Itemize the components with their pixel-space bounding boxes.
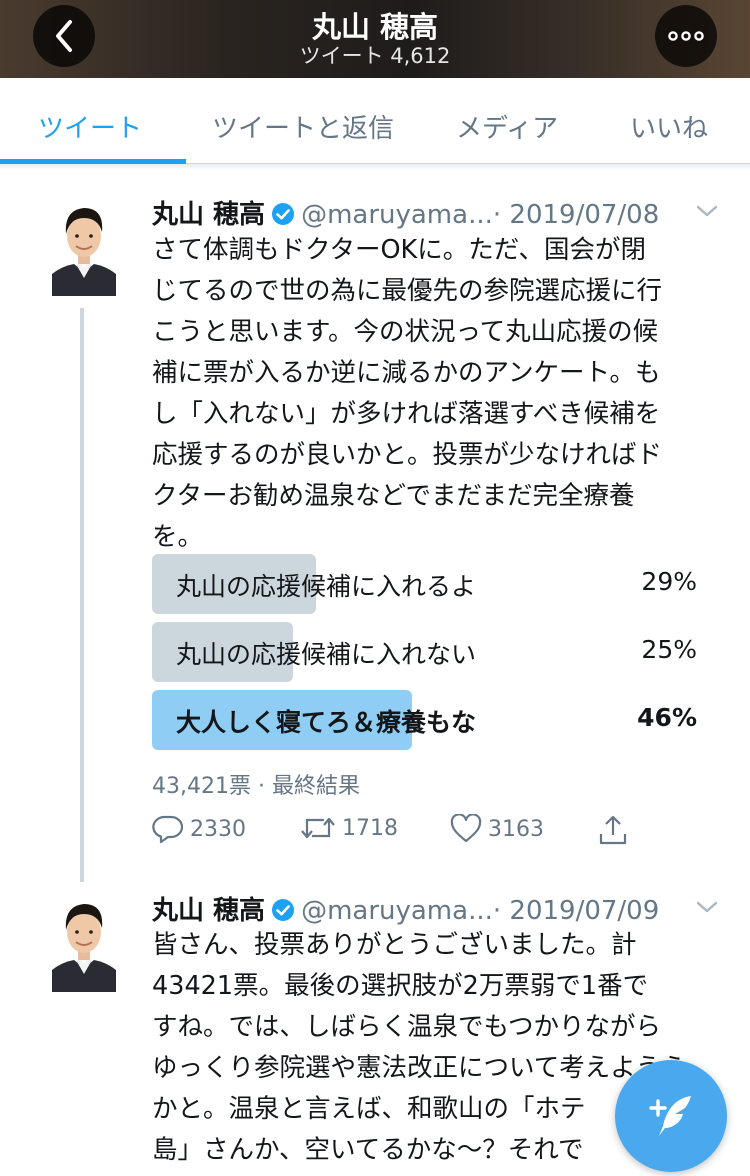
retweet-button[interactable]: 1718: [300, 814, 398, 842]
tweet-text-line: 43421票。最後の選択肢が2万票弱で1番で: [152, 971, 649, 1001]
poll-option: 丸山の応援候補に入れるよ 29%: [152, 554, 697, 614]
retweet-count: 1718: [342, 815, 398, 841]
tweet-text-line: すね。では、しばらく温泉でもつかりながら: [152, 1012, 661, 1042]
poll-option-label: 大人しく寝てろ＆療養もな: [176, 708, 477, 737]
like-count: 3163: [488, 816, 544, 842]
tweet-date[interactable]: · 2019/07/09: [493, 896, 659, 926]
like-button[interactable]: 3163: [450, 814, 544, 844]
reply-icon: [152, 815, 184, 844]
tab-tweets-and-replies[interactable]: ツイートと返信: [212, 108, 394, 145]
poll-option-percent: 29%: [641, 567, 697, 596]
chevron-down-icon[interactable]: [694, 898, 720, 916]
tweet-text: さて体調もドクターOKに。ただ、国会が閉 じてるので世の為に最優先の参院選応援に…: [152, 230, 732, 558]
tweet-text-line: じてるので世の為に最優先の参院選応援に行: [152, 276, 663, 306]
tweet-header: 丸山 穂高 @maruyama...· 2019/07/09: [152, 890, 722, 930]
poll-option-label: 丸山の応援候補に入れない: [176, 640, 477, 669]
chevron-down-icon[interactable]: [694, 202, 720, 220]
heart-icon: [450, 814, 482, 843]
profile-header: 丸山 穂高 ツイート 4,612: [0, 0, 750, 78]
tab-tweets[interactable]: ツイート: [38, 108, 142, 145]
tab-media[interactable]: メディア: [456, 108, 558, 145]
compose-quill-icon: [649, 1096, 691, 1136]
share-icon: [599, 815, 627, 845]
tweet-text-line: 応援するのが良いかと。投票が少なければド: [152, 440, 663, 470]
avatar[interactable]: [52, 892, 116, 992]
poll-option-percent: 46%: [637, 703, 697, 732]
poll-option-winner: 大人しく寝てろ＆療養もな 46%: [152, 690, 697, 750]
verified-badge-icon: [272, 203, 295, 225]
share-button[interactable]: [598, 814, 628, 846]
reply-count: 2330: [190, 816, 246, 842]
tweet-actions: 2330 1718 3163: [152, 814, 632, 854]
poll-option-label: 丸山の応援候補に入れるよ: [176, 572, 477, 601]
more-button[interactable]: [655, 5, 717, 67]
tweet-text-line: こうと思います。今の状況って丸山応援の候: [152, 317, 659, 347]
compose-tweet-button[interactable]: [615, 1060, 727, 1172]
reply-button[interactable]: 2330: [152, 814, 246, 844]
tweet-text-line: を。: [152, 522, 204, 552]
profile-tabs: ツイート ツイートと返信 メディア いいね: [0, 78, 750, 164]
more-icon: [668, 31, 704, 41]
tabs-divider: [0, 164, 750, 170]
verified-badge-icon: [272, 899, 295, 921]
poll-option: 丸山の応援候補に入れない 25%: [152, 622, 697, 682]
thread-connector: [80, 308, 84, 882]
avatar[interactable]: [52, 196, 116, 296]
tweet-text-line: 皆さん、投票ありがとうございました。計: [152, 930, 637, 960]
tweet-text-line: 補に票が入るか逆に減るかのアンケート。も: [152, 358, 661, 388]
author-handle[interactable]: @maruyama...: [301, 200, 493, 230]
tweet-count: ツイート 4,612: [299, 44, 451, 68]
tweet-date[interactable]: · 2019/07/08: [493, 200, 659, 230]
author-name[interactable]: 丸山 穂高: [152, 896, 265, 926]
poll-result-meta: 43,421票 · 最終結果: [152, 774, 360, 799]
tweet-header: 丸山 穂高 @maruyama...· 2019/07/08: [152, 194, 722, 234]
author-handle[interactable]: @maruyama...: [301, 896, 493, 926]
tweet-text-line: クターお勧め温泉などでまだまだ完全療養: [152, 481, 635, 511]
poll-option-percent: 25%: [641, 635, 697, 664]
tweet-text-line: さて体調もドクターOKに。ただ、国会が閉: [152, 235, 647, 265]
tab-likes[interactable]: いいね: [630, 108, 708, 145]
author-name[interactable]: 丸山 穂高: [152, 200, 265, 230]
tweet-text-line: し「入れない」が多ければ落選すべき候補を: [152, 399, 661, 429]
retweet-icon: [301, 817, 335, 839]
